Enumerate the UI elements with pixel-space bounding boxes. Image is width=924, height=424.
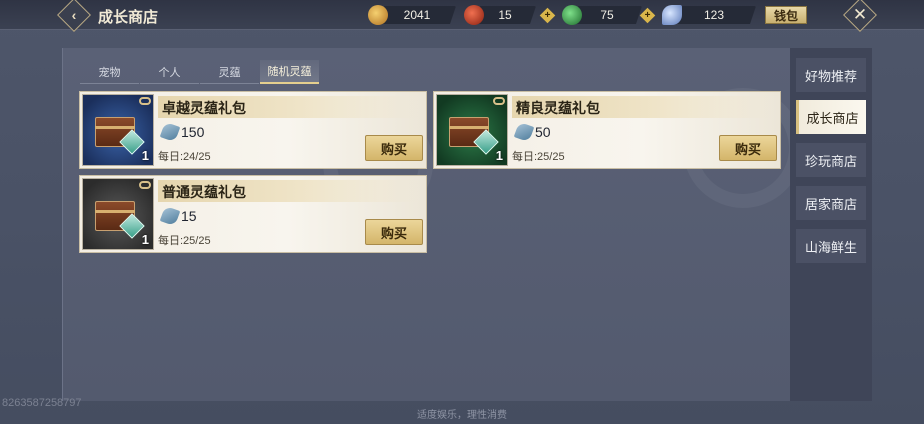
spirit-jade-icon <box>662 5 682 25</box>
item-price-value: 50 <box>535 124 551 140</box>
item-quantity: 1 <box>141 232 149 247</box>
tab-spirit[interactable]: 灵蕴 <box>200 60 259 84</box>
link-icon <box>139 97 151 105</box>
currency-jade-dragon-value: 75 <box>572 6 642 24</box>
tab-personal[interactable]: 个人 <box>140 60 199 84</box>
item-price: 150 <box>159 121 205 143</box>
shop-sidebar: 好物推荐 成长商店 珍玩商店 居家商店 山海鲜生 <box>790 48 872 401</box>
item-price: 50 <box>513 121 551 143</box>
spirit-jade-icon <box>513 121 535 143</box>
sidebar-item-growth-shop[interactable]: 成长商店 <box>796 100 866 134</box>
item-price: 15 <box>159 205 197 227</box>
shop-item-card[interactable]: 1 普通灵蕴礼包 15 每日:25/25 购买 <box>79 175 427 253</box>
item-thumbnail: 1 <box>82 178 154 250</box>
currency-gold: 2041 <box>368 5 456 25</box>
sidebar-item-treasure-shop[interactable]: 珍玩商店 <box>796 143 866 177</box>
shop-item-card[interactable]: 1 精良灵蕴礼包 50 每日:25/25 购买 <box>433 91 781 169</box>
currency-spirit-jade: 123 <box>662 5 756 25</box>
buy-button[interactable]: 购买 <box>365 135 423 161</box>
close-icon: ✕ <box>852 5 868 24</box>
page-title: 成长商店 <box>98 9 159 26</box>
gold-coin-icon <box>368 5 388 25</box>
daily-limit: 每日:25/25 <box>158 235 211 247</box>
red-orb-icon <box>464 5 484 25</box>
sidebar-item-seafood[interactable]: 山海鲜生 <box>796 229 866 263</box>
spirit-jade-icon <box>159 205 181 227</box>
item-price-value: 15 <box>181 208 197 224</box>
sidebar-item-home-shop[interactable]: 居家商店 <box>796 186 866 220</box>
jade-dragon-icon <box>562 5 582 25</box>
plus-icon: + <box>644 10 651 21</box>
shop-item-card[interactable]: 1 卓越灵蕴礼包 150 每日:24/25 购买 <box>79 91 427 169</box>
daily-limit: 每日:24/25 <box>158 151 211 163</box>
item-name: 卓越灵蕴礼包 <box>162 100 246 116</box>
currency-red-orb: 15 <box>464 5 536 25</box>
category-tabs: 宠物 个人 灵蕴 随机灵蕴 <box>80 60 320 84</box>
add-jade-dragon-button[interactable]: + <box>639 7 656 24</box>
item-thumbnail: 1 <box>436 94 508 166</box>
currency-spirit-jade-value: 123 <box>672 6 756 24</box>
item-price-value: 150 <box>181 124 205 140</box>
add-red-orb-button[interactable]: + <box>539 7 556 24</box>
plus-icon: + <box>544 10 551 21</box>
currency-gold-value: 2041 <box>378 6 456 24</box>
item-name: 精良灵蕴礼包 <box>516 100 600 116</box>
spirit-jade-icon <box>159 121 181 143</box>
footer-notice: 适度娱乐，理性消费 <box>417 410 507 421</box>
back-arrow-icon: ‹ <box>71 7 77 23</box>
buy-button[interactable]: 购买 <box>365 219 423 245</box>
tab-random-spirit[interactable]: 随机灵蕴 <box>260 60 319 84</box>
item-thumbnail: 1 <box>82 94 154 166</box>
buy-button[interactable]: 购买 <box>719 135 777 161</box>
link-icon <box>493 97 505 105</box>
item-name: 普通灵蕴礼包 <box>162 184 246 200</box>
daily-limit: 每日:25/25 <box>512 151 565 163</box>
link-icon <box>139 181 151 189</box>
tab-pet[interactable]: 宠物 <box>80 60 139 84</box>
sidebar-item-recommended[interactable]: 好物推荐 <box>796 58 866 92</box>
item-quantity: 1 <box>495 148 503 163</box>
wallet-button[interactable]: 钱包 <box>765 6 807 24</box>
item-quantity: 1 <box>141 148 149 163</box>
currency-jade-dragon: 75 <box>562 5 642 25</box>
